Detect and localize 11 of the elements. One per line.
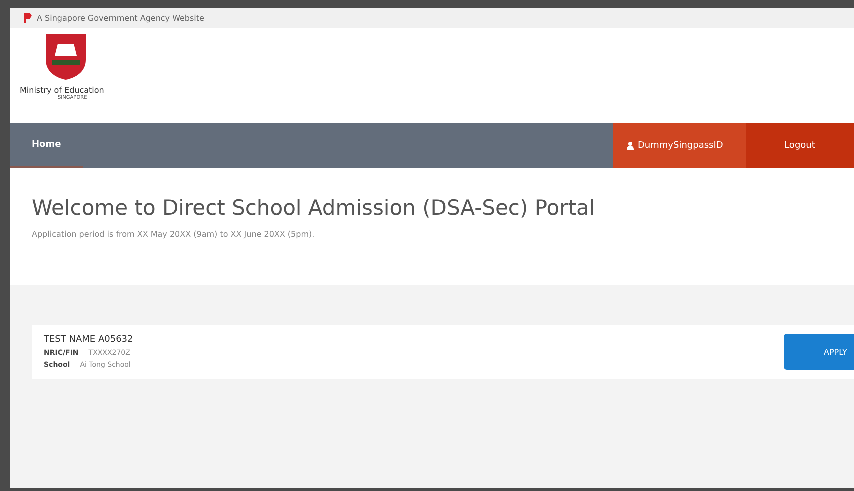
application-period-text: Application period is from XX May 20XX (9am) to XX June 20XX (5pm). — [32, 230, 316, 239]
applicant-name: TEST NAME A05632 — [44, 335, 134, 345]
logout-button[interactable]: Logout — [746, 123, 854, 168]
user-icon — [627, 142, 634, 150]
user-link[interactable]: DummySingpassID — [613, 123, 746, 168]
crest-icon — [46, 34, 86, 80]
nav-tab[interactable]: Home — [10, 123, 84, 168]
logo-name: Ministry of Education — [20, 86, 104, 95]
masthead-text: A Singapore Government Agency Website — [37, 14, 204, 22]
page-title: Welcome to Direct School Admission (DSA-Sec) Portal — [32, 196, 596, 220]
apply-button[interactable]: APPLY — [784, 334, 854, 370]
